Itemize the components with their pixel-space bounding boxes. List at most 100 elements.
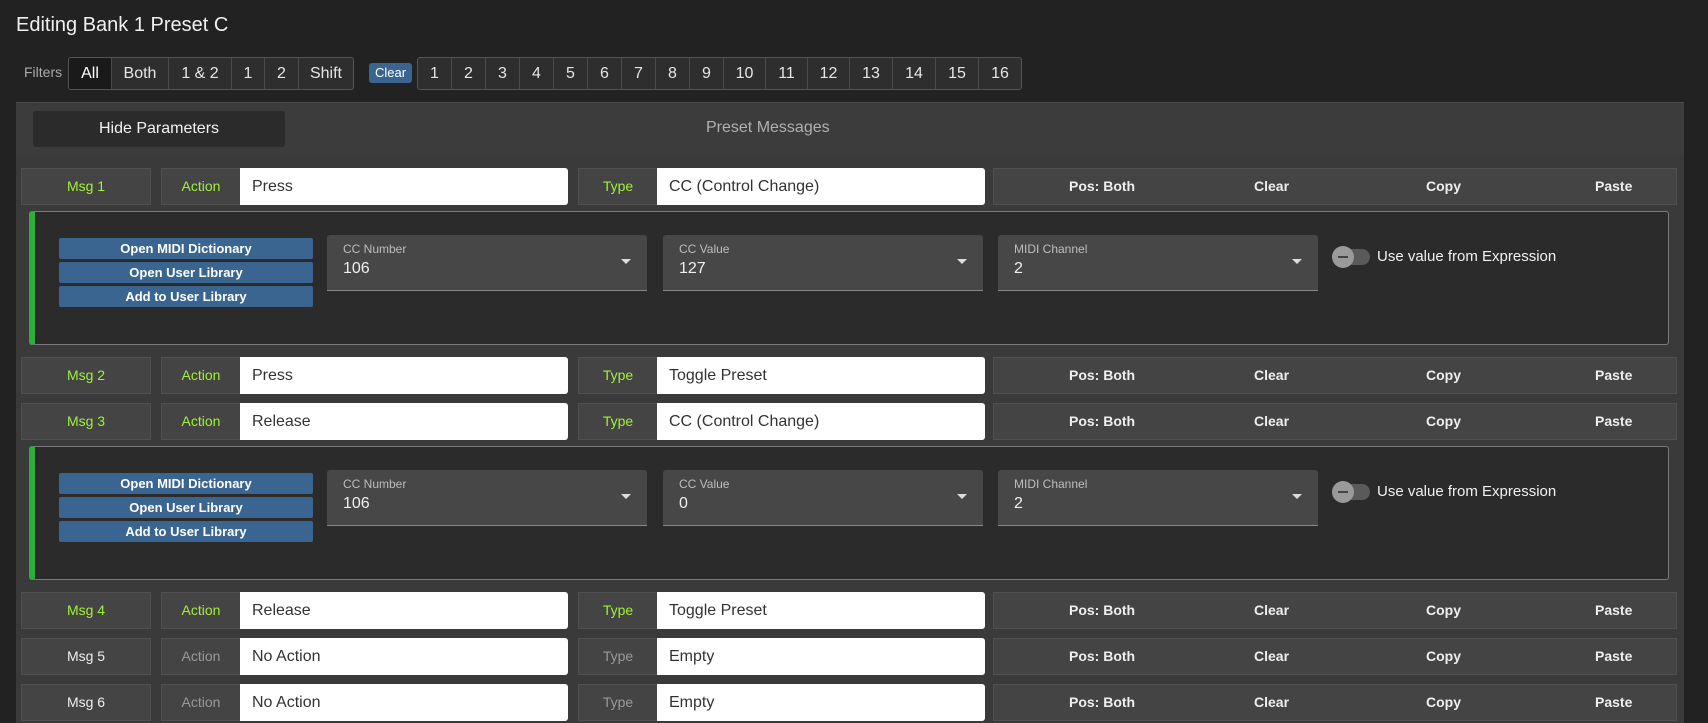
channel-filter[interactable]: 16 xyxy=(979,58,1021,89)
type-select[interactable]: CC (Control Change) xyxy=(657,168,985,205)
cc-number-label: CC Number xyxy=(343,242,407,256)
position-button[interactable]: Pos: Both xyxy=(1069,639,1135,674)
filter-all[interactable]: All xyxy=(69,58,112,89)
midi-channel-value: 2 xyxy=(1014,495,1023,512)
copy-button[interactable]: Copy xyxy=(1426,593,1461,628)
msg-label[interactable]: Msg 5 xyxy=(21,638,151,675)
channel-filter[interactable]: 4 xyxy=(520,58,554,89)
paste-button[interactable]: Paste xyxy=(1595,169,1632,204)
clear-button[interactable]: Clear xyxy=(1254,639,1289,674)
chevron-down-icon xyxy=(1292,494,1302,499)
paste-button[interactable]: Paste xyxy=(1595,593,1632,628)
clear-button[interactable]: Clear xyxy=(1254,593,1289,628)
msg-label[interactable]: Msg 6 xyxy=(21,684,151,721)
action-label: Action xyxy=(161,403,241,440)
filter-shift[interactable]: Shift xyxy=(299,58,353,89)
cc-value-value: 0 xyxy=(679,495,688,512)
msg-label[interactable]: Msg 4 xyxy=(21,592,151,629)
channel-filter[interactable]: 2 xyxy=(452,58,486,89)
type-select[interactable]: Toggle Preset xyxy=(657,357,985,394)
copy-button[interactable]: Copy xyxy=(1426,169,1461,204)
channel-filter[interactable]: 1 xyxy=(418,58,452,89)
channel-filter[interactable]: 3 xyxy=(486,58,520,89)
clear-filter-button[interactable]: Clear xyxy=(369,63,413,83)
channel-filter[interactable]: 13 xyxy=(850,58,893,89)
cc-value-select[interactable]: CC Value 127 xyxy=(663,235,983,291)
action-select[interactable]: Release xyxy=(240,403,568,440)
clear-button[interactable]: Clear xyxy=(1254,685,1289,720)
action-select[interactable]: No Action xyxy=(240,684,568,721)
channel-filter[interactable]: 14 xyxy=(893,58,936,89)
expression-toggle[interactable] xyxy=(1332,246,1370,268)
clear-button[interactable]: Clear xyxy=(1254,169,1289,204)
cc-value-label: CC Value xyxy=(679,477,730,491)
message-actions: Pos: Both Clear Copy Paste xyxy=(993,357,1677,394)
message-row: Msg 1 Action Press Type CC (Control Chan… xyxy=(21,168,1677,205)
type-select[interactable]: Empty xyxy=(657,684,985,721)
add-to-user-library-button[interactable]: Add to User Library xyxy=(59,521,313,542)
copy-button[interactable]: Copy xyxy=(1426,685,1461,720)
position-button[interactable]: Pos: Both xyxy=(1069,169,1135,204)
cc-number-select[interactable]: CC Number 106 xyxy=(327,470,647,526)
position-button[interactable]: Pos: Both xyxy=(1069,685,1135,720)
filter-1-and-2[interactable]: 1 & 2 xyxy=(169,58,232,89)
filter-1[interactable]: 1 xyxy=(232,58,265,89)
open-user-library-button[interactable]: Open User Library xyxy=(59,262,313,283)
position-button[interactable]: Pos: Both xyxy=(1069,593,1135,628)
clear-button[interactable]: Clear xyxy=(1254,358,1289,393)
msg-label[interactable]: Msg 1 xyxy=(21,168,151,205)
chevron-down-icon xyxy=(1292,259,1302,264)
paste-button[interactable]: Paste xyxy=(1595,639,1632,674)
cc-value-label: CC Value xyxy=(679,242,730,256)
msg-label[interactable]: Msg 2 xyxy=(21,357,151,394)
channel-filter[interactable]: 10 xyxy=(724,58,766,89)
page-title: Editing Bank 1 Preset C xyxy=(16,14,229,36)
cc-value-select[interactable]: CC Value 0 xyxy=(663,470,983,526)
chevron-down-icon xyxy=(957,494,967,499)
position-button[interactable]: Pos: Both xyxy=(1069,404,1135,439)
position-button[interactable]: Pos: Both xyxy=(1069,358,1135,393)
chevron-down-icon xyxy=(957,259,967,264)
channel-filter[interactable]: 8 xyxy=(656,58,690,89)
msg-label[interactable]: Msg 3 xyxy=(21,403,151,440)
midi-channel-select[interactable]: MIDI Channel 2 xyxy=(998,470,1318,526)
action-label: Action xyxy=(161,592,241,629)
toggle-knob xyxy=(1332,246,1354,268)
type-select[interactable]: Empty xyxy=(657,638,985,675)
midi-channel-select[interactable]: MIDI Channel 2 xyxy=(998,235,1318,291)
action-select[interactable]: Release xyxy=(240,592,568,629)
channel-filter[interactable]: 5 xyxy=(554,58,588,89)
expression-toggle-label: Use value from Expression xyxy=(1377,248,1557,265)
type-select[interactable]: CC (Control Change) xyxy=(657,403,985,440)
action-select[interactable]: No Action xyxy=(240,638,568,675)
open-user-library-button[interactable]: Open User Library xyxy=(59,497,313,518)
channel-filter[interactable]: 7 xyxy=(622,58,656,89)
copy-button[interactable]: Copy xyxy=(1426,639,1461,674)
expression-toggle-label: Use value from Expression xyxy=(1377,483,1557,500)
type-label: Type xyxy=(578,592,658,629)
channel-filter[interactable]: 15 xyxy=(936,58,979,89)
channel-filter[interactable]: 6 xyxy=(588,58,622,89)
channel-filter[interactable]: 9 xyxy=(690,58,724,89)
filter-both[interactable]: Both xyxy=(112,58,169,89)
channel-filter[interactable]: 11 xyxy=(766,58,808,89)
type-select[interactable]: Toggle Preset xyxy=(657,592,985,629)
open-midi-dictionary-button[interactable]: Open MIDI Dictionary xyxy=(59,238,313,259)
copy-button[interactable]: Copy xyxy=(1426,404,1461,439)
cc-number-select[interactable]: CC Number 106 xyxy=(327,235,647,291)
filter-2[interactable]: 2 xyxy=(265,58,299,89)
action-select[interactable]: Press xyxy=(240,168,568,205)
type-label: Type xyxy=(578,357,658,394)
channel-filter[interactable]: 12 xyxy=(808,58,850,89)
expression-toggle[interactable] xyxy=(1332,481,1370,503)
hide-parameters-button[interactable]: Hide Parameters xyxy=(33,111,285,147)
open-midi-dictionary-button[interactable]: Open MIDI Dictionary xyxy=(59,473,313,494)
clear-button[interactable]: Clear xyxy=(1254,404,1289,439)
paste-button[interactable]: Paste xyxy=(1595,358,1632,393)
paste-button[interactable]: Paste xyxy=(1595,685,1632,720)
message-actions: Pos: Both Clear Copy Paste xyxy=(993,684,1677,721)
paste-button[interactable]: Paste xyxy=(1595,404,1632,439)
add-to-user-library-button[interactable]: Add to User Library xyxy=(59,286,313,307)
copy-button[interactable]: Copy xyxy=(1426,358,1461,393)
action-select[interactable]: Press xyxy=(240,357,568,394)
